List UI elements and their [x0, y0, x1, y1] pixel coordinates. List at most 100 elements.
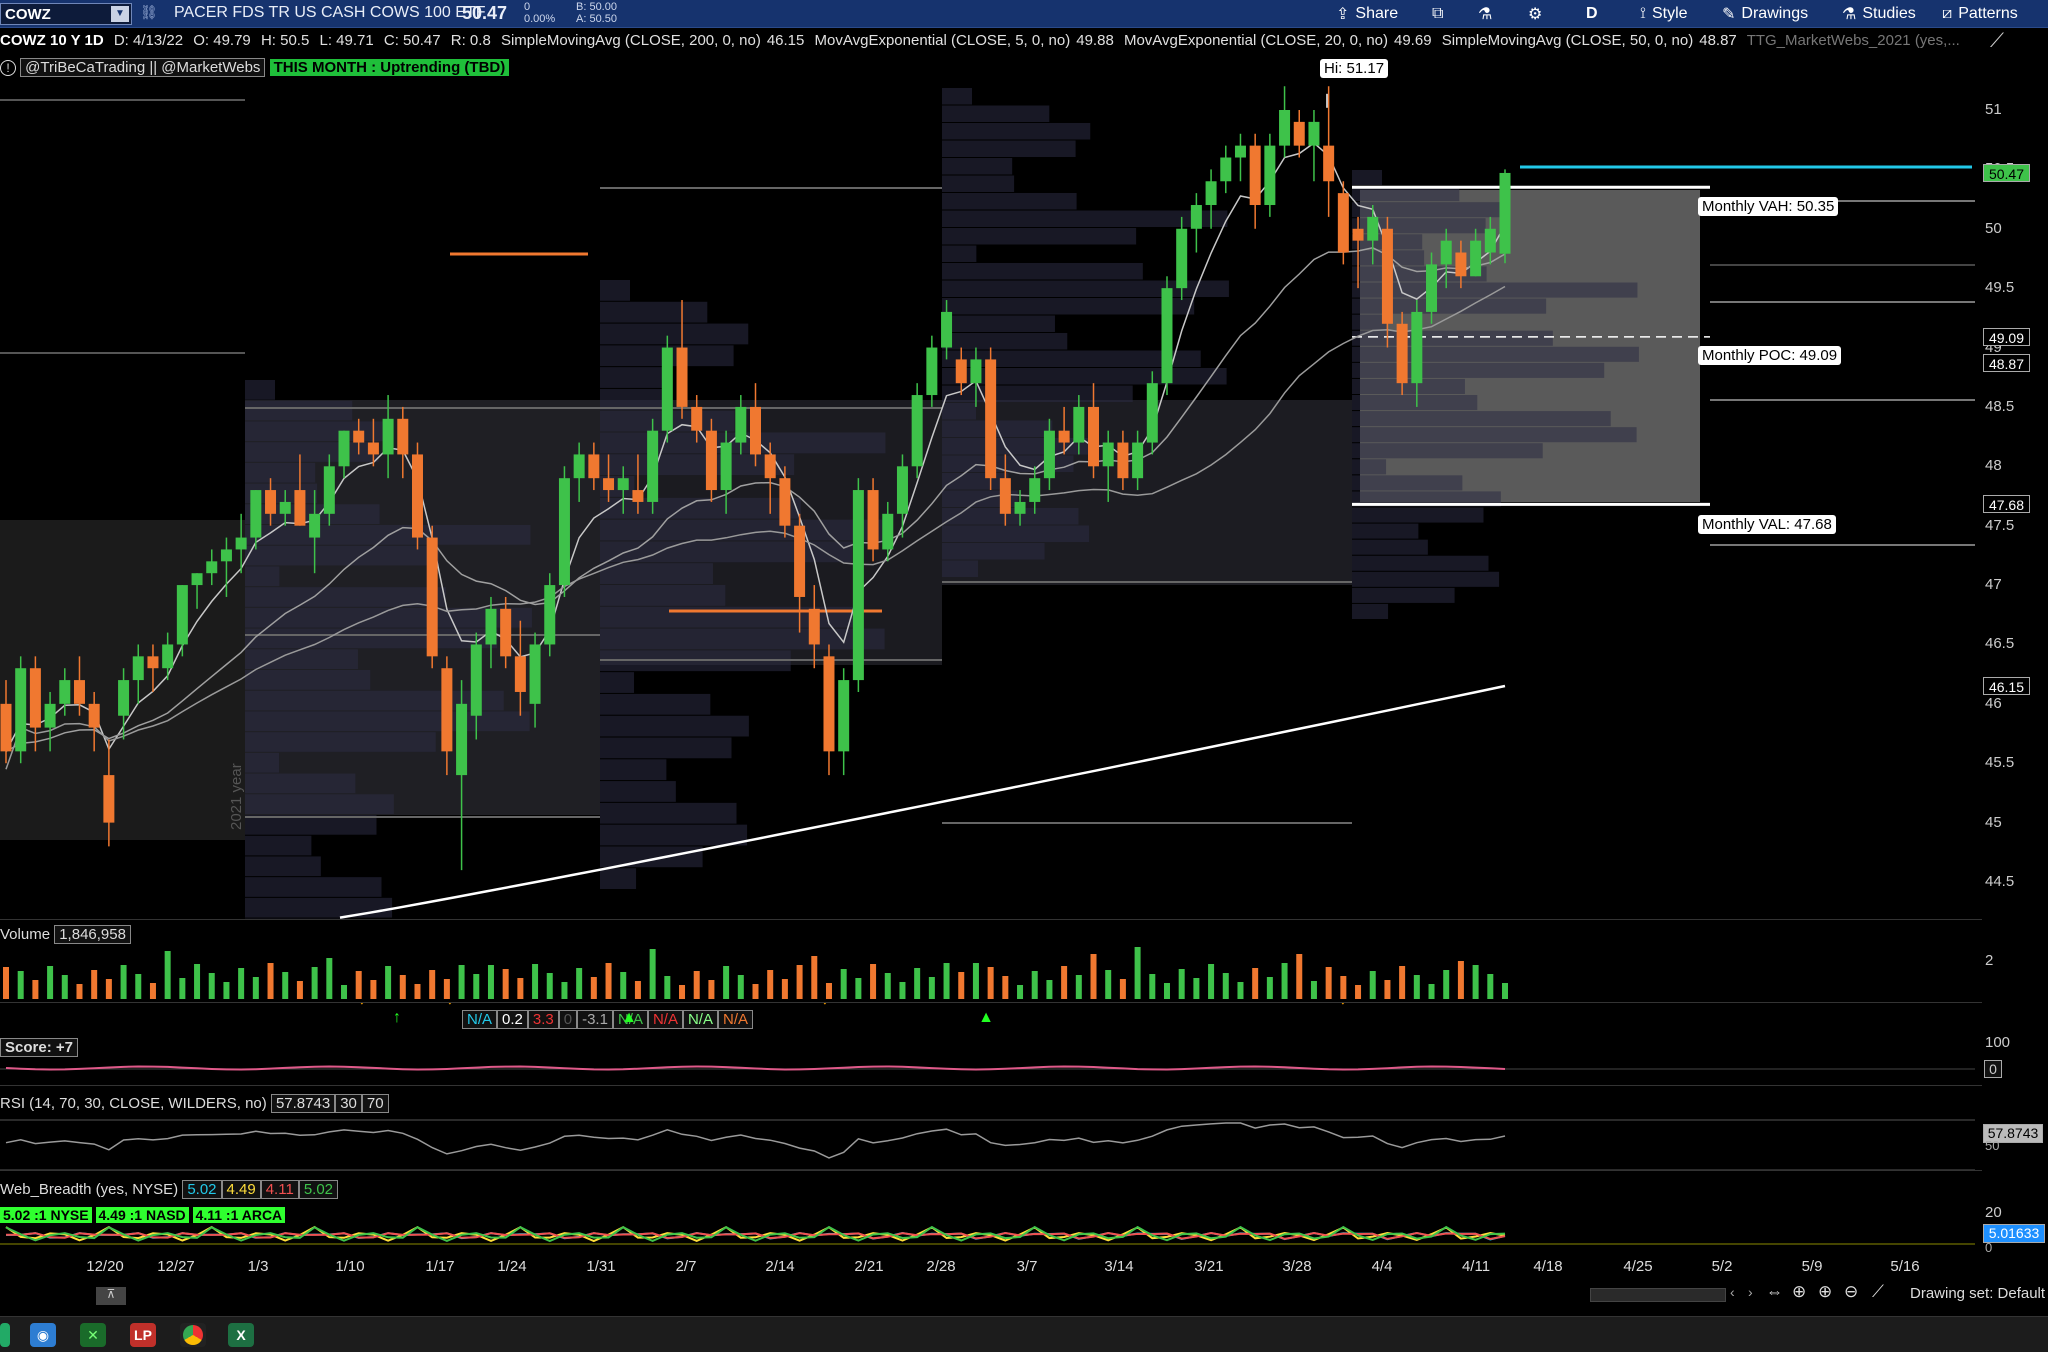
candle-body [1470, 240, 1482, 277]
scrollbar[interactable] [1590, 1288, 1726, 1302]
candle-body [220, 549, 232, 562]
volume-bar [752, 984, 759, 999]
candle-body [1132, 442, 1144, 479]
volume-bar [487, 965, 494, 999]
candle-body [896, 466, 908, 514]
volume-bar [737, 975, 744, 999]
candle-body [456, 703, 468, 776]
volume-bar [649, 949, 656, 999]
period-label: D [1586, 5, 1598, 22]
candle-body [44, 703, 56, 728]
ema5-label[interactable]: MovAvgExponential (CLOSE, 5, 0, no) [815, 32, 1071, 49]
price-chart[interactable] [0, 54, 1982, 919]
ask: A: 50.50 [576, 13, 617, 25]
volume-profile-bar [1352, 298, 1547, 314]
val-label: Monthly VAL: 47.68 [1698, 515, 1836, 534]
sma200-label[interactable]: SimpleMovingAvg (CLOSE, 200, 0, no) [501, 32, 761, 49]
patterns-label: Patterns [1958, 5, 2018, 22]
study-header: COWZ 10 Y 1D D: 4/13/22 O: 49.79 H: 50.5… [0, 28, 1980, 54]
detach-button[interactable]: ⧉ [1432, 0, 1443, 28]
collapse-icon[interactable]: ⟋ [1990, 30, 2004, 53]
date-tick: 12/27 [157, 1258, 195, 1275]
rsi-chart[interactable] [0, 1086, 1982, 1170]
volume-bar [1134, 947, 1141, 999]
volume-bar [664, 976, 671, 999]
score-chart[interactable]: ↓ ↓ ↓ ↓ ↑ ▲ ▲ [0, 1003, 1982, 1085]
thinkorswim-icon[interactable]: ✕ [80, 1323, 106, 1347]
sma50-label[interactable]: SimpleMovingAvg (CLOSE, 50, 0, no) [1442, 32, 1694, 49]
symbol-selector[interactable]: COWZ ▼ [0, 3, 132, 25]
candle-body [500, 608, 512, 657]
scroll-right-icon[interactable]: › [1748, 1284, 1753, 1300]
volume-profile-bar [1352, 411, 1611, 427]
volume-profile-bar [245, 835, 312, 856]
crosshair-icon[interactable]: ⊕ [1792, 1282, 1806, 1302]
volume-bar [1443, 970, 1450, 999]
volume-bar [223, 982, 230, 999]
volume-profile-bar [942, 158, 1013, 175]
zoom-out-icon[interactable]: ⊖ [1844, 1282, 1858, 1302]
link-icon[interactable]: ⛓ [140, 4, 158, 21]
breadth-chart[interactable] [0, 1171, 1982, 1251]
share-button[interactable]: ⇪ Share [1336, 0, 1398, 28]
volume-profile-bar [942, 228, 1137, 245]
candle-body [808, 608, 820, 645]
candle-body [573, 454, 585, 479]
draw-tool-icon[interactable]: ⟋ [1872, 1282, 1884, 1302]
chrome-icon[interactable] [180, 1323, 206, 1347]
volume-bar [120, 965, 127, 999]
ema20-label[interactable]: MovAvgExponential (CLOSE, 20, 0, no) [1124, 32, 1388, 49]
volume-bar [546, 973, 553, 999]
volume-bar [855, 978, 862, 999]
excel-icon[interactable]: X [228, 1323, 254, 1347]
app-icon[interactable] [0, 1323, 10, 1347]
beaker-icon: ⚗ [1842, 6, 1857, 23]
volume-bar [282, 972, 289, 999]
date-tick: 2/21 [854, 1258, 884, 1275]
volume-bar [870, 964, 877, 999]
volume-bar [429, 970, 436, 999]
candle-body [661, 347, 673, 431]
drawing-set[interactable]: Drawing set: Default [1910, 1285, 2045, 1302]
studies-button[interactable]: ⚗ Studies [1842, 0, 1916, 28]
chevron-down-icon[interactable]: ▼ [111, 6, 129, 22]
candle-body [1367, 216, 1379, 241]
candle-body [265, 490, 277, 514]
ttg-label[interactable]: TTG_MarketWebs_2021 (yes,... [1747, 32, 1960, 49]
volume-bar [1046, 980, 1053, 999]
volume-bar [399, 975, 406, 999]
volume-profile-bar [600, 693, 711, 715]
volume-bar [840, 969, 847, 999]
app-red-icon[interactable]: LP [130, 1323, 156, 1347]
date-tick: 5/9 [1801, 1258, 1823, 1275]
volume-bar [1281, 963, 1288, 999]
price-badge: 48.87 [1983, 353, 2030, 372]
browser-icon[interactable]: ◉ [30, 1323, 56, 1347]
volume-profile-bar [1352, 603, 1389, 619]
style-button[interactable]: ⟟ Style [1640, 0, 1688, 28]
drawings-button[interactable]: ✎ Drawings [1722, 0, 1808, 28]
volume-profile-bar [600, 802, 737, 824]
volume-profile-bar [1352, 330, 1553, 346]
period-button[interactable]: D [1586, 0, 1598, 28]
candle-body [852, 490, 864, 681]
vah-label: Monthly VAH: 50.35 [1698, 197, 1839, 216]
scroll-left-icon[interactable]: ‹ [1730, 1284, 1735, 1300]
settings-button[interactable]: ⚙ [1528, 0, 1542, 28]
volume-bar [811, 956, 818, 999]
volume-bar [1487, 974, 1494, 999]
volume-bar [502, 969, 509, 999]
volume-bar [105, 979, 112, 999]
patterns-button[interactable]: ⧄ Patterns [1942, 0, 2018, 28]
candle-body [1102, 442, 1114, 467]
expand-icon[interactable]: ⊼ [96, 1287, 126, 1305]
volume-profile-bar [942, 368, 1227, 385]
volume-bar [781, 979, 788, 999]
candle-body [470, 644, 482, 716]
candle-body [735, 406, 747, 443]
volume-chart[interactable] [0, 920, 1982, 1002]
expand-horizontal-icon[interactable]: ⇔ [1766, 1282, 1783, 1302]
flask-button[interactable]: ⚗ [1478, 0, 1492, 28]
zoom-in-icon[interactable]: ⊕ [1818, 1282, 1832, 1302]
signal-arrow-icon: ↓ [821, 1003, 829, 1008]
